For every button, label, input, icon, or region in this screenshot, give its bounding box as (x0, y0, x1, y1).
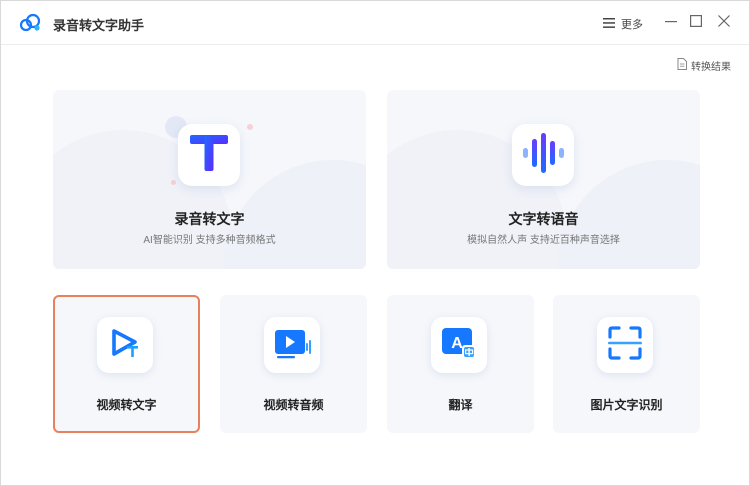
text-t-icon (187, 131, 231, 180)
video-to-text-label: 视频转文字 (96, 398, 157, 412)
svg-text:A: A (451, 335, 463, 352)
more-menu-button[interactable]: 更多 (603, 15, 643, 33)
video-to-text-card[interactable]: 视频转文字 (53, 295, 200, 433)
image-scan-icon (607, 325, 643, 366)
more-label: 更多 (621, 19, 643, 31)
document-icon (677, 57, 687, 73)
close-button[interactable] (714, 13, 734, 33)
title-bar: 录音转文字助手 更多 (1, 1, 749, 45)
app-window: 录音转文字助手 更多 转换结果 录音转文字 AI智能识别 支持多种音频格式 文字… (0, 0, 750, 486)
video-to-audio-card[interactable]: 视频转音频 (220, 295, 367, 433)
text-to-speech-icon-box (512, 124, 574, 186)
image-ocr-card[interactable]: 图片文字识别 (553, 295, 700, 433)
video-to-text-icon-box (97, 317, 153, 373)
minimize-button[interactable] (661, 13, 681, 33)
text-to-speech-title: 文字转语音 (508, 211, 579, 227)
image-ocr-label: 图片文字识别 (590, 398, 663, 412)
close-icon (718, 14, 730, 32)
video-to-audio-label: 视频转音频 (263, 398, 324, 412)
cloud-logo-icon (19, 13, 41, 33)
text-to-speech-card[interactable]: 文字转语音 模拟自然人声 支持近百种声音选择 (387, 90, 700, 269)
maximize-button[interactable] (686, 13, 706, 33)
speech-to-text-icon-box (178, 124, 240, 186)
menu-lines-icon (603, 17, 615, 31)
translate-card[interactable]: A 翻译 (387, 295, 534, 433)
video-to-audio-icon-box (264, 317, 320, 373)
sound-wave-icon (517, 131, 569, 180)
speech-to-text-card[interactable]: 录音转文字 AI智能识别 支持多种音频格式 (53, 90, 366, 269)
image-ocr-icon-box (597, 317, 653, 373)
translate-icon-box: A (431, 317, 487, 373)
speech-to-text-title: 录音转文字 (174, 211, 245, 227)
conversion-results-label: 转换结果 (691, 61, 731, 73)
video-text-icon (107, 325, 143, 366)
minimize-icon (665, 14, 677, 32)
maximize-icon (690, 14, 703, 32)
speech-to-text-subtitle: AI智能识别 支持多种音频格式 (143, 235, 276, 246)
video-audio-icon (273, 325, 311, 366)
app-title: 录音转文字助手 (53, 18, 145, 33)
translate-icon: A (440, 325, 478, 366)
conversion-results-link[interactable]: 转换结果 (677, 57, 731, 73)
text-to-speech-subtitle: 模拟自然人声 支持近百种声音选择 (467, 235, 620, 246)
translate-label: 翻译 (448, 398, 473, 412)
